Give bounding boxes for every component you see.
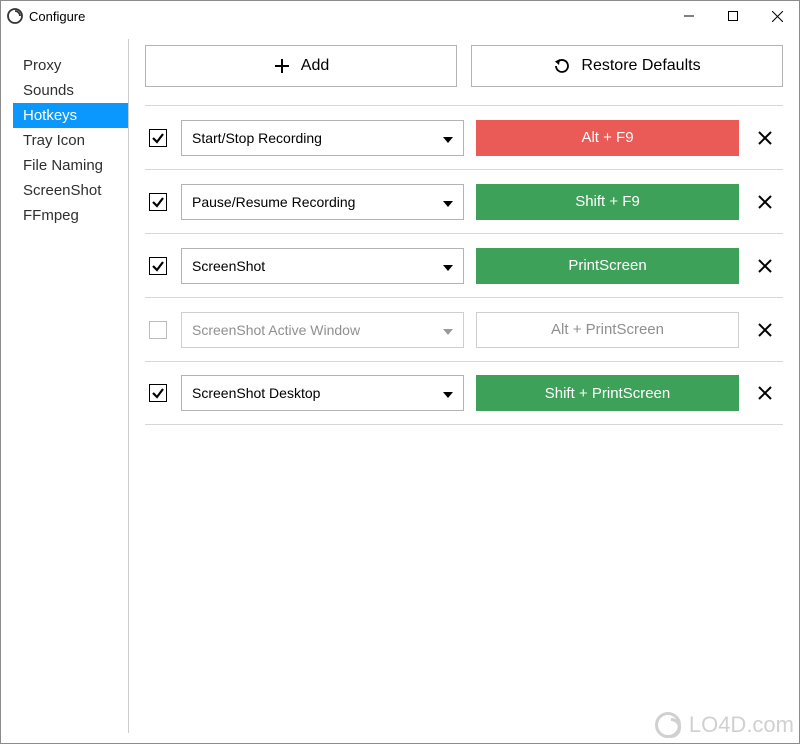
sidebar-item-ffmpeg[interactable]: FFmpeg — [13, 203, 128, 228]
hotkey-delete-button[interactable] — [751, 322, 779, 338]
sidebar-item-proxy[interactable]: Proxy — [13, 53, 128, 78]
hotkey-action-label: ScreenShot Active Window — [192, 322, 360, 338]
hotkey-delete-button[interactable] — [751, 194, 779, 210]
hotkey-checkbox[interactable] — [149, 257, 167, 275]
hotkey-row: Start/Stop Recording Alt + F9 — [145, 105, 783, 169]
hotkey-checkbox-wrap — [147, 321, 169, 339]
sidebar-item-label: ScreenShot — [23, 182, 101, 199]
hotkey-row: ScreenShot PrintScreen — [145, 233, 783, 297]
chevron-down-icon — [443, 322, 453, 338]
hotkey-action-dropdown[interactable]: ScreenShot Desktop — [181, 375, 464, 411]
hotkey-checkbox[interactable] — [149, 129, 167, 147]
hotkey-key-label: Alt + PrintScreen — [551, 321, 664, 338]
hotkey-checkbox-wrap — [147, 384, 169, 402]
hotkey-action-dropdown[interactable]: ScreenShot — [181, 248, 464, 284]
hotkey-key-label: PrintScreen — [568, 257, 646, 274]
hotkey-checkbox-wrap — [147, 193, 169, 211]
hotkey-action-label: Pause/Resume Recording — [192, 194, 355, 210]
hotkey-checkbox[interactable] — [149, 193, 167, 211]
hotkey-delete-button[interactable] — [751, 130, 779, 146]
add-button-label: Add — [301, 57, 329, 75]
sidebar-item-hotkeys[interactable]: Hotkeys — [13, 103, 128, 128]
hotkey-action-dropdown[interactable]: Start/Stop Recording — [181, 120, 464, 156]
hotkey-checkbox-wrap — [147, 257, 169, 275]
hotkey-key-label: Alt + F9 — [581, 129, 633, 146]
titlebar-left: Configure — [7, 8, 85, 24]
chevron-down-icon — [443, 194, 453, 210]
hotkey-action-dropdown[interactable]: Pause/Resume Recording — [181, 184, 464, 220]
hotkey-key-label: Shift + PrintScreen — [545, 385, 670, 402]
sidebar-item-label: Sounds — [23, 82, 74, 99]
sidebar-item-label: Tray Icon — [23, 132, 85, 149]
sidebar-item-file-naming[interactable]: File Naming — [13, 153, 128, 178]
hotkey-checkbox[interactable] — [149, 321, 167, 339]
close-icon — [757, 322, 773, 338]
hotkey-key-button[interactable]: Shift + F9 — [476, 184, 739, 220]
chevron-down-icon — [443, 130, 453, 146]
sidebar-item-label: FFmpeg — [23, 207, 79, 224]
hotkey-row: Pause/Resume Recording Shift + F9 — [145, 169, 783, 233]
hotkey-delete-button[interactable] — [751, 385, 779, 401]
restore-defaults-button[interactable]: Restore Defaults — [471, 45, 783, 87]
sidebar-item-tray-icon[interactable]: Tray Icon — [13, 128, 128, 153]
window-body: Proxy Sounds Hotkeys Tray Icon File Nami… — [1, 31, 799, 743]
sidebar-item-screenshot[interactable]: ScreenShot — [13, 178, 128, 203]
sidebar-item-label: File Naming — [23, 157, 103, 174]
window-controls — [667, 2, 799, 30]
close-icon — [757, 194, 773, 210]
hotkey-delete-button[interactable] — [751, 258, 779, 274]
restore-icon — [553, 57, 571, 75]
hotkey-key-label: Shift + F9 — [575, 193, 640, 210]
hotkey-checkbox-wrap — [147, 129, 169, 147]
hotkey-key-button[interactable]: Alt + PrintScreen — [476, 312, 739, 348]
window-title: Configure — [29, 9, 85, 24]
hotkey-key-button[interactable]: PrintScreen — [476, 248, 739, 284]
hotkey-action-dropdown[interactable]: ScreenShot Active Window — [181, 312, 464, 348]
hotkey-checkbox[interactable] — [149, 384, 167, 402]
close-icon — [757, 130, 773, 146]
hotkey-row: ScreenShot Active Window Alt + PrintScree… — [145, 297, 783, 361]
sidebar-item-label: Hotkeys — [23, 107, 77, 124]
close-icon — [757, 258, 773, 274]
hotkey-action-label: ScreenShot — [192, 258, 265, 274]
restore-defaults-label: Restore Defaults — [581, 57, 700, 75]
chevron-down-icon — [443, 258, 453, 274]
sidebar: Proxy Sounds Hotkeys Tray Icon File Nami… — [1, 39, 129, 733]
close-icon — [757, 385, 773, 401]
configure-window: Configure Proxy Sounds Hotkeys Tray Icon… — [0, 0, 800, 744]
sidebar-item-label: Proxy — [23, 57, 61, 74]
plus-icon — [273, 57, 291, 75]
app-icon — [7, 8, 23, 24]
top-actions: Add Restore Defaults — [145, 45, 783, 87]
hotkey-row: ScreenShot Desktop Shift + PrintScreen — [145, 361, 783, 425]
hotkey-rows: Start/Stop Recording Alt + F9 Pause/Resume… — [145, 105, 783, 425]
titlebar: Configure — [1, 1, 799, 31]
chevron-down-icon — [443, 385, 453, 401]
add-button[interactable]: Add — [145, 45, 457, 87]
hotkey-action-label: ScreenShot Desktop — [192, 385, 320, 401]
minimize-button[interactable] — [667, 2, 711, 30]
maximize-button[interactable] — [711, 2, 755, 30]
content: Add Restore Defaults Start/Stop Recordin… — [129, 31, 799, 743]
hotkey-key-button[interactable]: Shift + PrintScreen — [476, 375, 739, 411]
close-button[interactable] — [755, 2, 799, 30]
sidebar-item-sounds[interactable]: Sounds — [13, 78, 128, 103]
hotkey-action-label: Start/Stop Recording — [192, 130, 322, 146]
hotkey-key-button[interactable]: Alt + F9 — [476, 120, 739, 156]
